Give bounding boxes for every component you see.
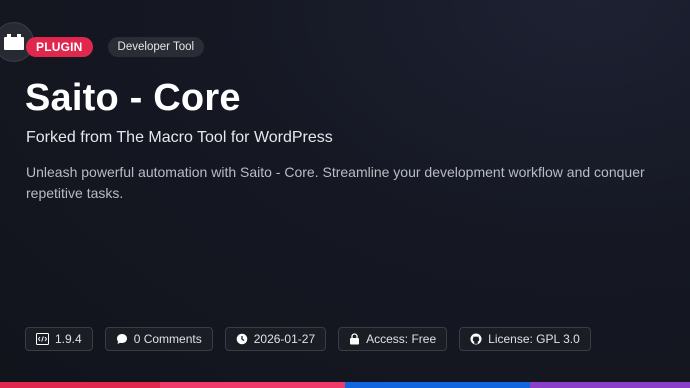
- date-text: 2026-01-27: [253, 332, 316, 346]
- license-chip[interactable]: License: GPL 3.0: [459, 327, 591, 351]
- accent-bar-segment-1: [0, 382, 160, 388]
- badge-row: PLUGIN Developer Tool: [26, 37, 205, 57]
- page-subtitle: Forked from The Macro Tool for WordPress: [26, 129, 333, 146]
- accent-bar-segment-4: [530, 382, 690, 388]
- meta-row: 1.9.4 0 Comments 2026-01-27 Access: Free…: [25, 327, 591, 351]
- github-icon: [470, 333, 482, 345]
- access-chip: Access: Free: [338, 327, 448, 351]
- license-text: License: GPL 3.0: [488, 332, 580, 346]
- comments-text: 0 Comments: [133, 332, 202, 346]
- accent-bar-segment-2: [160, 382, 345, 388]
- page-description: Unleash powerful automation with Saito -…: [26, 164, 645, 201]
- accent-bar-segment-3: [345, 382, 530, 388]
- code-icon: [36, 333, 49, 345]
- version-text: 1.9.4: [55, 332, 82, 346]
- category-badge[interactable]: Developer Tool: [107, 37, 205, 57]
- date-chip: 2026-01-27: [224, 327, 327, 351]
- lock-icon: [350, 333, 360, 345]
- accent-bar: [0, 382, 690, 388]
- page-title: Saito - Core: [25, 77, 241, 119]
- clock-icon: [236, 333, 248, 345]
- type-badge: PLUGIN: [26, 37, 93, 57]
- comment-icon: [116, 334, 127, 344]
- access-text: Access: Free: [366, 332, 437, 346]
- comments-chip[interactable]: 0 Comments: [104, 327, 213, 351]
- version-chip: 1.9.4: [25, 327, 93, 351]
